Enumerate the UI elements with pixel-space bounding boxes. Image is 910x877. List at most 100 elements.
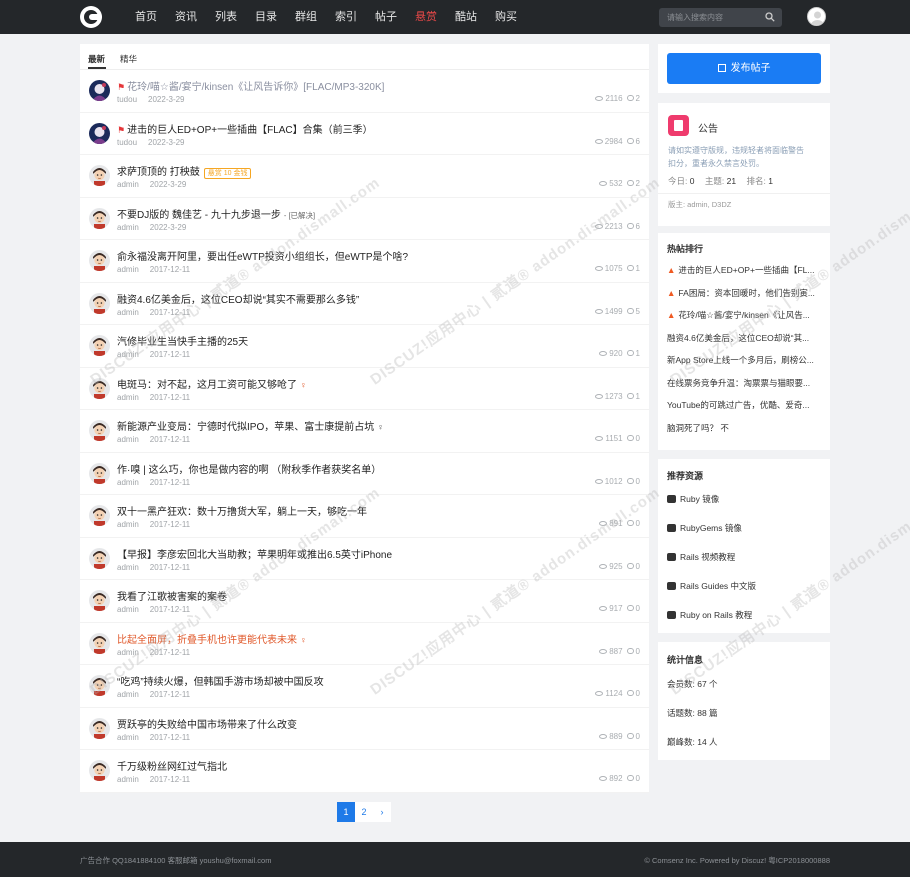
nav-item[interactable]: 资讯 [166, 0, 206, 34]
hot-post-title[interactable]: YouTube的可跳过广告，优酷、爱奇... [667, 400, 810, 410]
thread-row[interactable]: ⚑ 进击的巨人ED+OP+一些插曲【FLAC】合集（前三季） tudou 2022-3… [80, 113, 649, 155]
thread-row[interactable]: “吃鸡”持续火爆，但韩国手游市场却被中国反攻 admin 2017-12-11 112… [80, 665, 649, 708]
author-avatar[interactable] [89, 292, 110, 314]
thread-title-line[interactable]: 汽修毕业生当快手主播的25天 [117, 333, 248, 348]
thread-row[interactable]: 双十一黑产狂欢：数十万撸货大军，躺上一天，够吃一年 admin 2017-12-11… [80, 495, 649, 538]
hot-post-title[interactable]: 脑洞死了吗？ 不 [667, 423, 729, 433]
moderator-list[interactable]: 版主: admin, D3DZ [668, 199, 731, 210]
next-page-icon[interactable]: › [373, 802, 391, 822]
thread-title[interactable]: 千万级粉丝网红过气指北 [117, 762, 227, 773]
resource-label[interactable]: Rails Guides 中文版 [680, 581, 756, 591]
hot-post-item[interactable]: ▲ FA困局：资本回暖时，他们告别寅... [667, 287, 822, 299]
hot-post-title[interactable]: 新App Store上线一个多月后，刷榜公... [667, 355, 814, 365]
hot-post-title[interactable]: 进击的巨人ED+OP+一些插曲【FL... [678, 265, 814, 275]
thread-title-line[interactable]: 不要DJ版的 魏佳艺 - 九十九步退一步 - [已解决] [117, 206, 315, 221]
author-avatar[interactable] [89, 377, 110, 399]
author-name[interactable]: admin [117, 563, 139, 572]
author-name[interactable]: admin [117, 733, 139, 742]
author-name[interactable]: admin [117, 435, 139, 444]
thread-title[interactable]: 花玲/喵☆酱/宴宁/kinsen《让风告诉你》[FLAC/MP3-320K] [127, 82, 384, 93]
thread-title-line[interactable]: 作·嗅 | 这么巧，你也是做内容的啊 （附秋季作者获奖名单） [117, 461, 381, 476]
thread-title[interactable]: 贾跃亭的失败给中国市场带来了什么改变 [117, 720, 297, 731]
thread-title-line[interactable]: ⚑ 花玲/喵☆酱/宴宁/kinsen《让风告诉你》[FLAC/MP3-320K] [117, 78, 384, 93]
thread-title[interactable]: 融资4.6亿美金后，这位CEO却说“其实不需要那么多钱” [117, 295, 359, 306]
user-avatar[interactable] [807, 7, 826, 26]
author-name[interactable]: admin [117, 605, 139, 614]
thread-title-line[interactable]: 俞永福没离开阿里，要出任eWTP投资小组组长，但eWTP是个啥? [117, 248, 408, 263]
search-icon[interactable] [765, 12, 775, 22]
thread-title-line[interactable]: 【早报】李彦宏回北大当助教；苹果明年或推出6.5英寸iPhone [117, 546, 392, 561]
thread-title[interactable]: 【早报】李彦宏回北大当助教；苹果明年或推出6.5英寸iPhone [117, 550, 392, 561]
nav-item[interactable]: 帖子 [366, 0, 406, 34]
thread-title-line[interactable]: 千万级粉丝网红过气指北 [117, 758, 227, 773]
thread-row[interactable]: 作·嗅 | 这么巧，你也是做内容的啊 （附秋季作者获奖名单） admin 2017-… [80, 453, 649, 495]
thread-row[interactable]: ⚑ 花玲/喵☆酱/宴宁/kinsen《让风告诉你》[FLAC/MP3-320K] t… [80, 70, 649, 113]
author-name[interactable]: admin [117, 223, 139, 232]
author-name[interactable]: admin [117, 393, 139, 402]
page-1-button[interactable]: 1 [337, 802, 355, 822]
thread-title-line[interactable]: ⚑ 进击的巨人ED+OP+一些插曲【FLAC】合集（前三季） [117, 121, 373, 136]
hot-post-title[interactable]: FA困局：资本回暖时，他们告别寅... [678, 288, 814, 298]
thread-row[interactable]: 不要DJ版的 魏佳艺 - 九十九步退一步 - [已解决] admin 2022-3-2… [80, 198, 649, 240]
hot-post-title[interactable]: 在线票务竞争升温：淘票票与猫眼要... [667, 378, 810, 388]
thread-title[interactable]: “吃鸡”持续火爆，但韩国手游市场却被中国反攻 [117, 677, 324, 688]
author-name[interactable]: admin [117, 478, 139, 487]
resource-link[interactable]: Ruby 镜像 [667, 493, 822, 505]
thread-title-line[interactable]: 融资4.6亿美金后，这位CEO却说“其实不需要那么多钱” [117, 291, 359, 306]
thread-title[interactable]: 电斑马：对不起，这月工资可能又够呛了 [117, 380, 297, 391]
author-avatar[interactable] [89, 335, 110, 356]
author-name[interactable]: admin [117, 648, 139, 657]
hot-post-item[interactable]: ▲ 花玲/喵☆酱/宴宁/kinsen《让风告... [667, 309, 822, 321]
author-avatar[interactable] [89, 462, 110, 484]
thread-title[interactable]: 我看了江歌被害案的案卷 [117, 592, 227, 603]
resource-link[interactable]: Rails 视频教程 [667, 551, 822, 563]
thread-title[interactable]: 新能源产业变局：宁德时代拟IPO，苹果、富士康提前占坑 [117, 422, 374, 433]
thread-title-line[interactable]: 新能源产业变局：宁德时代拟IPO，苹果、富士康提前占坑 ♀ [117, 418, 384, 433]
author-avatar[interactable] [89, 122, 110, 144]
site-logo[interactable] [80, 6, 102, 28]
author-avatar[interactable] [89, 717, 110, 739]
nav-item[interactable]: 悬赏 [406, 0, 446, 34]
author-name[interactable]: tudou [117, 138, 137, 147]
nav-item[interactable]: 索引 [326, 0, 366, 34]
thread-row[interactable]: 贾跃亭的失败给中国市场带来了什么改变 admin 2017-12-11 889 0 [80, 708, 649, 750]
author-name[interactable]: admin [117, 690, 139, 699]
hot-post-title[interactable]: 融资4.6亿美金后，这位CEO却说“其... [667, 333, 809, 343]
nav-item[interactable]: 首页 [126, 0, 166, 34]
nav-item[interactable]: 列表 [206, 0, 246, 34]
thread-row[interactable]: 新能源产业变局：宁德时代拟IPO，苹果、富士康提前占坑 ♀ admin 2017-12… [80, 410, 649, 453]
thread-title-line[interactable]: 双十一黑产狂欢：数十万撸货大军，躺上一天，够吃一年 [117, 503, 367, 518]
thread-row[interactable]: 千万级粉丝网红过气指北 admin 2017-12-11 892 0 [80, 750, 649, 793]
author-avatar[interactable] [89, 80, 110, 101]
thread-row[interactable]: 融资4.6亿美金后，这位CEO却说“其实不需要那么多钱” admin 2017-12… [80, 283, 649, 325]
author-name[interactable]: admin [117, 775, 139, 784]
author-avatar[interactable] [89, 760, 110, 781]
hot-post-item[interactable]: 新App Store上线一个多月后，刷榜公... [667, 354, 822, 366]
resource-link[interactable]: Ruby on Rails 教程 [667, 609, 822, 621]
thread-row[interactable]: 【早报】李彦宏回北大当助教；苹果明年或推出6.5英寸iPhone admin 201… [80, 538, 649, 580]
thread-title[interactable]: 俞永福没离开阿里，要出任eWTP投资小组组长，但eWTP是个啥? [117, 252, 408, 263]
author-avatar[interactable] [89, 590, 110, 611]
thread-title[interactable]: 不要DJ版的 魏佳艺 - 九十九步退一步 [117, 210, 281, 221]
nav-item[interactable]: 群组 [286, 0, 326, 34]
nav-item[interactable]: 购买 [486, 0, 526, 34]
thread-row[interactable]: 汽修毕业生当快手主播的25天 admin 2017-12-11 920 1 [80, 325, 649, 368]
thread-row[interactable]: 我看了江歌被害案的案卷 admin 2017-12-11 917 0 [80, 580, 649, 623]
resource-label[interactable]: RubyGems 镜像 [680, 523, 742, 533]
author-name[interactable]: admin [117, 308, 139, 317]
nav-item[interactable]: 目录 [246, 0, 286, 34]
author-avatar[interactable] [89, 505, 110, 526]
hot-post-item[interactable]: 脑洞死了吗？ 不 [667, 422, 822, 434]
search-box[interactable]: 请输入搜索内容 [659, 8, 782, 27]
resource-link[interactable]: RubyGems 镜像 [667, 522, 822, 534]
resource-label[interactable]: Ruby on Rails 教程 [680, 610, 752, 620]
resource-link[interactable]: Rails Guides 中文版 [667, 580, 822, 592]
author-name[interactable]: admin [117, 520, 139, 529]
author-name[interactable]: admin [117, 350, 139, 359]
tab-featured[interactable]: 精华 [120, 53, 137, 65]
thread-title[interactable]: 求萨顶顶的 打秧鼓 [117, 167, 200, 178]
author-name[interactable]: tudou [117, 95, 137, 104]
thread-title-line[interactable]: 求萨顶顶的 打秧鼓 悬赏 10 金钱 [117, 163, 252, 179]
thread-title[interactable]: 双十一黑产狂欢：数十万撸货大军，躺上一天，够吃一年 [117, 507, 367, 518]
hot-post-item[interactable]: 融资4.6亿美金后，这位CEO却说“其... [667, 332, 822, 344]
